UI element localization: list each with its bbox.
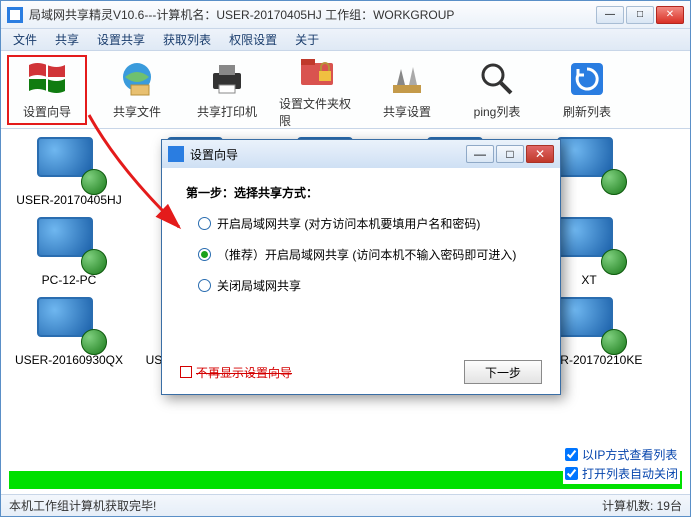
- checkbox-icon: [180, 366, 192, 378]
- tool-share-settings[interactable]: 共享设置: [367, 55, 447, 125]
- computer-icon: [37, 217, 101, 269]
- status-right: 计算机数: 19台: [602, 497, 682, 514]
- radio-option-disable[interactable]: 关闭局域网共享: [198, 277, 542, 294]
- radio-option-no-password[interactable]: （推荐）开启局域网共享 (访问本机不输入密码即可进入): [198, 246, 542, 263]
- window-title: 局域网共享精灵V10.6---计算机名：USER-20170405HJ 工作组：…: [29, 6, 596, 23]
- printer-icon: [207, 59, 247, 99]
- menu-get-list[interactable]: 获取列表: [155, 29, 219, 50]
- menu-share[interactable]: 共享: [47, 29, 87, 50]
- menu-about[interactable]: 关于: [287, 29, 327, 50]
- tool-share-files[interactable]: 共享文件: [97, 55, 177, 125]
- setup-wizard-dialog: 设置向导 — □ ✕ 第一步：选择共享方式： 开启局域网共享 (对方访问本机要填…: [161, 139, 561, 395]
- computer-item[interactable]: USER-20160930QX: [9, 297, 129, 367]
- next-button[interactable]: 下一步: [464, 360, 542, 384]
- checkbox-view-by-ip[interactable]: 以IP方式查看列表: [565, 446, 678, 463]
- computer-icon: [557, 297, 621, 349]
- globe-folder-icon: [117, 59, 157, 99]
- dialog-title: 设置向导: [190, 146, 466, 163]
- view-options: 以IP方式查看列表 打开列表自动关闭: [563, 444, 680, 484]
- checkbox-auto-close[interactable]: 打开列表自动关闭: [565, 465, 678, 482]
- dialog-step-title: 第一步：选择共享方式：: [186, 184, 542, 201]
- tools-icon: [387, 59, 427, 99]
- folder-lock-icon: [297, 51, 337, 91]
- computer-label: PC-12-PC: [10, 273, 128, 287]
- radio-icon: [198, 279, 211, 292]
- radio-icon: [198, 217, 211, 230]
- computer-icon: [557, 217, 621, 269]
- menu-share-settings[interactable]: 设置共享: [89, 29, 153, 50]
- app-icon: [7, 7, 23, 23]
- computer-icon: [557, 137, 621, 189]
- checkbox-dont-show-again[interactable]: 不再显示设置向导: [180, 364, 292, 381]
- windows-flag-icon: [27, 59, 67, 99]
- dialog-close-button[interactable]: ✕: [526, 145, 554, 163]
- computer-item[interactable]: USER-20170405HJ: [9, 137, 129, 207]
- status-left: 本机工作组计算机获取完毕!: [9, 497, 156, 514]
- magnifier-icon: [477, 59, 517, 99]
- close-button[interactable]: ✕: [656, 6, 684, 24]
- menubar: 文件 共享 设置共享 获取列表 权限设置 关于: [1, 29, 690, 51]
- titlebar: 局域网共享精灵V10.6---计算机名：USER-20170405HJ 工作组：…: [1, 1, 690, 29]
- computer-item[interactable]: PC-12-PC: [9, 217, 129, 287]
- maximize-button[interactable]: □: [626, 6, 654, 24]
- computer-label: USER-20160930QX: [10, 353, 128, 367]
- radio-option-with-password[interactable]: 开启局域网共享 (对方访问本机要填用户名和密码): [198, 215, 542, 232]
- dialog-titlebar[interactable]: 设置向导 — □ ✕: [162, 140, 560, 168]
- menu-file[interactable]: 文件: [5, 29, 45, 50]
- dialog-icon: [168, 146, 184, 162]
- tool-share-printer[interactable]: 共享打印机: [187, 55, 267, 125]
- radio-icon: [198, 248, 211, 261]
- minimize-button[interactable]: —: [596, 6, 624, 24]
- dialog-minimize-button[interactable]: —: [466, 145, 494, 163]
- tool-refresh-list[interactable]: 刷新列表: [547, 55, 627, 125]
- toolbar: 设置向导 共享文件 共享打印机 设置文件夹权限 共享设置 ping列表 刷新列表: [1, 51, 690, 129]
- menu-permissions[interactable]: 权限设置: [221, 29, 285, 50]
- computer-icon: [37, 297, 101, 349]
- dialog-maximize-button[interactable]: □: [496, 145, 524, 163]
- computer-label: USER-20170405HJ: [10, 193, 128, 207]
- statusbar: 本机工作组计算机获取完毕! 计算机数: 19台: [1, 494, 690, 516]
- refresh-icon: [567, 59, 607, 99]
- tool-ping-list[interactable]: ping列表: [457, 55, 537, 125]
- computer-icon: [37, 137, 101, 189]
- tool-folder-permissions[interactable]: 设置文件夹权限: [277, 55, 357, 125]
- tool-setup-wizard[interactable]: 设置向导: [7, 55, 87, 125]
